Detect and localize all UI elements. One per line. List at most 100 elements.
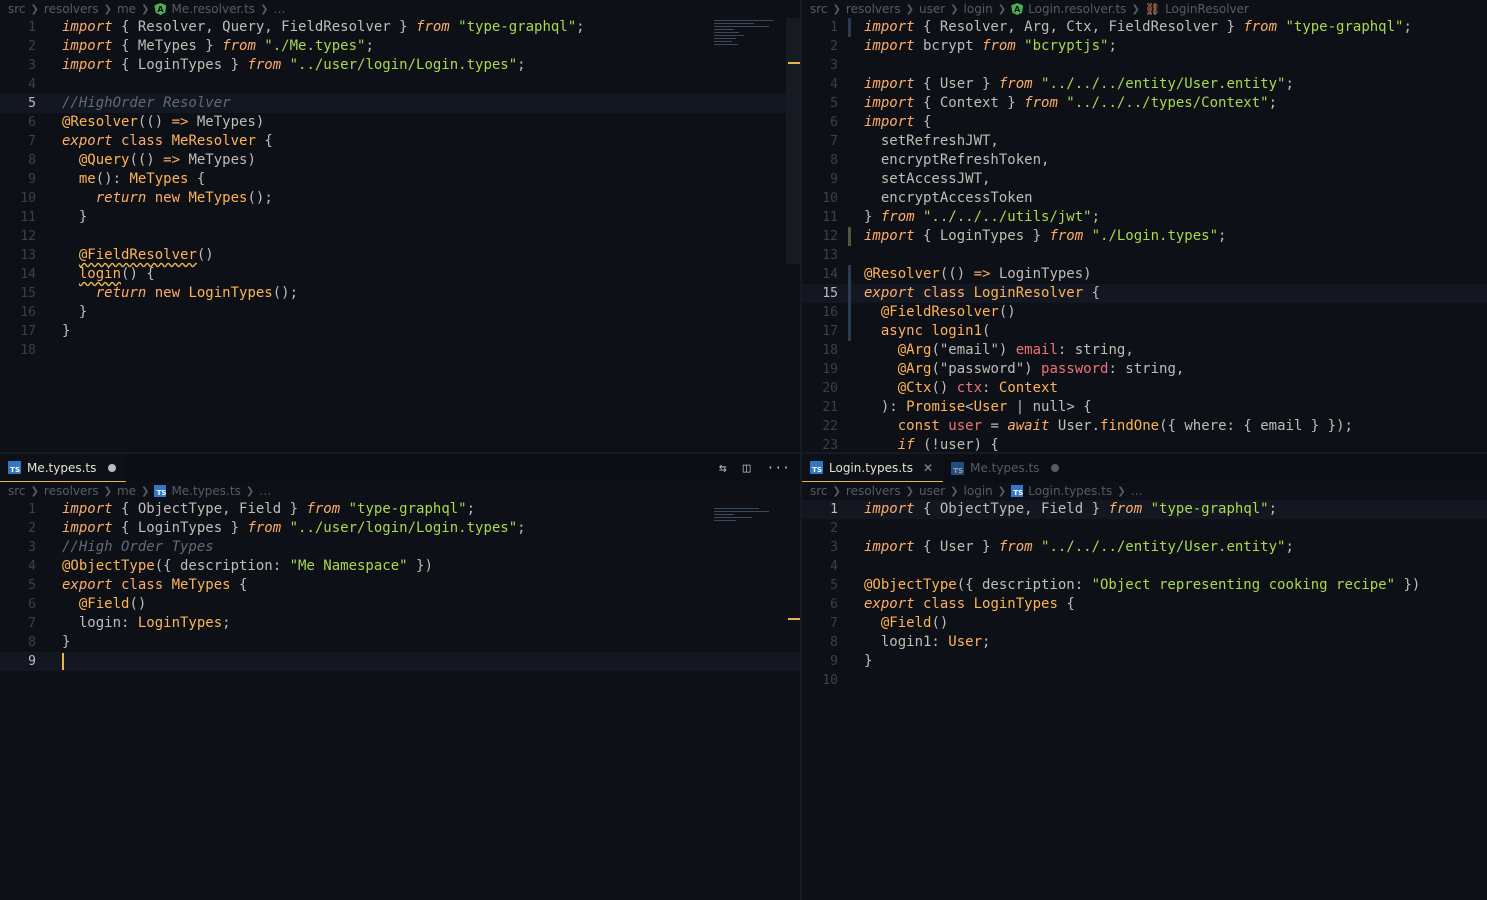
code-line[interactable]: 3 import { User } from "../../../entity/U… — [802, 538, 1487, 557]
code-line[interactable]: 12 import { LoginTypes } from "./Login.ty… — [802, 227, 1487, 246]
vertical-scrollbar[interactable] — [786, 18, 800, 264]
code-line[interactable]: 4 — [802, 557, 1487, 576]
git-change-marker[interactable] — [848, 227, 851, 246]
code-line[interactable]: 1 import { ObjectType, Field } from "type… — [0, 500, 800, 519]
code-line[interactable]: 5 //HighOrder Resolver — [0, 94, 800, 113]
git-change-marker[interactable] — [848, 284, 851, 303]
code-editor[interactable]: 1 import { Resolver, Arg, Ctx, FieldResol… — [802, 18, 1487, 452]
code-line[interactable]: 7 export class MeResolver { — [0, 132, 800, 151]
more-actions-icon[interactable]: ··· — [767, 461, 790, 476]
breadcrumb-src[interactable]: src — [810, 484, 828, 498]
git-change-marker[interactable] — [848, 18, 851, 37]
breadcrumb-login[interactable]: login — [964, 484, 993, 498]
code-line[interactable]: 1 import { Resolver, Query, FieldResolver… — [0, 18, 800, 37]
code-line[interactable]: 12 — [0, 227, 800, 246]
code-line[interactable]: 13 — [802, 246, 1487, 265]
breadcrumb-me[interactable]: me — [117, 2, 136, 16]
code-line[interactable]: 18 — [0, 341, 800, 360]
code-line[interactable]: 6 export class LoginTypes { — [802, 595, 1487, 614]
breadcrumb-resolvers[interactable]: resolvers — [44, 484, 99, 498]
tab-me-types[interactable]: TS Me.types.ts — [0, 454, 127, 482]
code-line[interactable]: 9 setAccessJWT, — [802, 170, 1487, 189]
code-editor[interactable]: 1 import { ObjectType, Field } from "type… — [0, 500, 800, 671]
code-line[interactable]: 11 } — [0, 208, 800, 227]
code-line[interactable]: 1 import { ObjectType, Field } from "type… — [802, 500, 1487, 519]
breadcrumb-resolvers[interactable]: resolvers — [846, 2, 901, 16]
code-line[interactable]: 10 return new MeTypes(); — [0, 189, 800, 208]
code-line[interactable]: 15 export class LoginResolver { — [802, 284, 1487, 303]
breadcrumb-file[interactable]: Login.resolver.ts — [1028, 2, 1126, 16]
code-line[interactable]: 4 — [0, 75, 800, 94]
code-line[interactable]: 8 @Query(() => MeTypes) — [0, 151, 800, 170]
tab-me-types[interactable]: TS Me.types.ts — [943, 454, 1069, 482]
minimap[interactable] — [714, 20, 784, 80]
breadcrumb-ellipsis[interactable]: … — [273, 2, 285, 16]
unsaved-dot-icon[interactable] — [1051, 464, 1060, 472]
breadcrumb-ellipsis[interactable]: … — [259, 484, 271, 498]
code-line[interactable]: 3 import { LoginTypes } from "../user/log… — [0, 56, 800, 75]
git-change-marker[interactable] — [848, 303, 851, 322]
breadcrumb-me[interactable]: me — [117, 484, 136, 498]
code-line[interactable]: 6 @Field() — [0, 595, 800, 614]
code-line[interactable]: 22 const user = await User.findOne({ whe… — [802, 417, 1487, 436]
breadcrumb-ellipsis[interactable]: … — [1131, 484, 1143, 498]
code-line[interactable]: 11} from "../../../utils/jwt"; — [802, 208, 1487, 227]
breadcrumb-login[interactable]: login — [964, 2, 993, 16]
breadcrumb-file[interactable]: Me.resolver.ts — [171, 2, 255, 16]
code-line[interactable]: 9 — [0, 652, 800, 671]
code-line[interactable]: 8 login1: User; — [802, 633, 1487, 652]
code-line[interactable]: 18 @Arg("email") email: string, — [802, 341, 1487, 360]
code-line[interactable]: 2 — [802, 519, 1487, 538]
code-line[interactable]: 16 @FieldResolver() — [802, 303, 1487, 322]
breadcrumb-src[interactable]: src — [8, 2, 26, 16]
code-line[interactable]: 4 import { User } from "../../../entity/U… — [802, 75, 1487, 94]
code-line[interactable]: 7 login: LoginTypes; — [0, 614, 800, 633]
git-change-marker[interactable] — [848, 322, 851, 341]
code-line[interactable]: 9 me(): MeTypes { — [0, 170, 800, 189]
breadcrumb-user[interactable]: user — [919, 484, 945, 498]
code-line[interactable]: 14 @Resolver(() => LoginTypes) — [802, 265, 1487, 284]
breadcrumb-src[interactable]: src — [810, 2, 828, 16]
breadcrumb-resolvers[interactable]: resolvers — [44, 2, 99, 16]
code-line[interactable]: 13 @FieldResolver() — [0, 246, 800, 265]
code-line[interactable]: 7 @Field() — [802, 614, 1487, 633]
breadcrumb-file[interactable]: Login.types.ts — [1028, 484, 1112, 498]
code-line[interactable]: 8 encryptRefreshToken, — [802, 151, 1487, 170]
code-line[interactable]: 2 import { LoginTypes } from "../user/log… — [0, 519, 800, 538]
breadcrumb-resolvers[interactable]: resolvers — [846, 484, 901, 498]
code-editor[interactable]: 1 import { ObjectType, Field } from "type… — [802, 500, 1487, 690]
unsaved-dot-icon[interactable] — [108, 463, 117, 472]
code-line[interactable]: 21 ): Promise<User | null> { — [802, 398, 1487, 417]
code-line[interactable]: 19 @Arg("password") password: string, — [802, 360, 1487, 379]
code-editor[interactable]: 1 import { Resolver, Query, FieldResolver… — [0, 18, 800, 360]
code-line[interactable]: 16 } — [0, 303, 800, 322]
code-line[interactable]: 20 @Ctx() ctx: Context — [802, 379, 1487, 398]
code-line[interactable]: 17 async login1( — [802, 322, 1487, 341]
code-line[interactable]: 10 encryptAccessToken — [802, 189, 1487, 208]
code-line[interactable]: 5 @ObjectType({ description: "Object repr… — [802, 576, 1487, 595]
code-line[interactable]: 6 @Resolver(() => MeTypes) — [0, 113, 800, 132]
code-line[interactable]: 10 — [802, 671, 1487, 690]
code-line[interactable]: 5 import { Context } from "../../../types… — [802, 94, 1487, 113]
code-line[interactable]: 23 if (!user) { — [802, 436, 1487, 452]
tab-login-types[interactable]: TS Login.types.ts ✕ — [802, 454, 944, 482]
code-line[interactable]: 1 import { Resolver, Arg, Ctx, FieldResol… — [802, 18, 1487, 37]
close-icon[interactable]: ✕ — [923, 461, 933, 475]
code-line[interactable]: 4 @ObjectType({ description: "Me Namespac… — [0, 557, 800, 576]
breadcrumb-user[interactable]: user — [919, 2, 945, 16]
code-line[interactable]: 15 return new LoginTypes(); — [0, 284, 800, 303]
code-line[interactable]: 17} — [0, 322, 800, 341]
code-line[interactable]: 5 export class MeTypes { — [0, 576, 800, 595]
breadcrumb-file[interactable]: Me.types.ts — [171, 484, 240, 498]
code-line[interactable]: 2 import bcrypt from "bcryptjs"; — [802, 37, 1487, 56]
breadcrumb-src[interactable]: src — [8, 484, 26, 498]
code-line[interactable]: 14 login() { — [0, 265, 800, 284]
code-line[interactable]: 7 setRefreshJWT, — [802, 132, 1487, 151]
code-line[interactable]: 6 import { — [802, 113, 1487, 132]
code-line[interactable]: 8} — [0, 633, 800, 652]
split-editor-icon[interactable]: ◫ — [743, 461, 751, 476]
minimap[interactable] — [714, 508, 784, 568]
code-line[interactable]: 3 //High Order Types — [0, 538, 800, 557]
code-line[interactable]: 3 — [802, 56, 1487, 75]
code-line[interactable]: 9} — [802, 652, 1487, 671]
